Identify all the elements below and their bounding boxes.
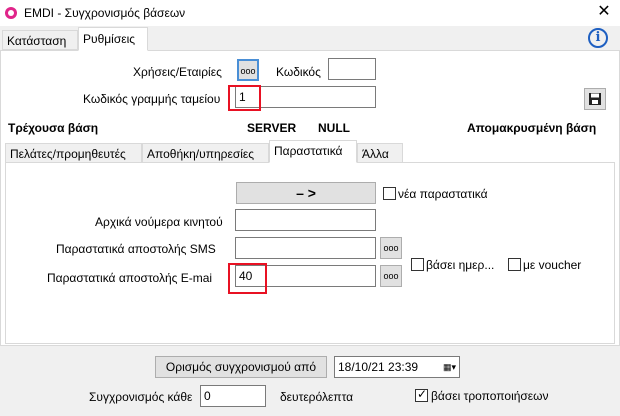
code-label: Κωδικός bbox=[276, 65, 321, 79]
window-title: EMDI - Συγχρονισμός βάσεων bbox=[24, 6, 186, 20]
based-on-changes-label: βάσει τροποποιήσεων bbox=[431, 389, 549, 403]
with-voucher-checkbox[interactable] bbox=[508, 258, 521, 271]
null-label: NULL bbox=[318, 121, 350, 135]
save-button[interactable] bbox=[584, 88, 606, 110]
sync-arrow-button[interactable]: – > bbox=[236, 182, 376, 204]
based-on-day-checkbox[interactable] bbox=[411, 258, 424, 271]
initial-mobile-numbers-input[interactable] bbox=[235, 209, 376, 231]
server-label: SERVER bbox=[247, 121, 297, 135]
email-documents-browse-button[interactable]: ooo bbox=[380, 265, 402, 287]
sync-datetime-picker[interactable]: 18/10/21 23:39 ▦▾ bbox=[334, 356, 460, 378]
highlight-register-code bbox=[228, 85, 261, 111]
code-input[interactable] bbox=[328, 58, 376, 80]
sync-every-label: Συγχρονισμός κάθε bbox=[89, 390, 193, 404]
email-documents-label: Παραστατικά αποστολής E-mai bbox=[47, 271, 213, 285]
based-on-day-label: βάσει ημερ... bbox=[426, 258, 495, 272]
tab-customers-suppliers[interactable]: Πελάτες/προμηθευτές bbox=[5, 143, 142, 163]
tab-other[interactable]: Άλλα bbox=[357, 143, 403, 163]
based-on-changes-checkbox[interactable] bbox=[415, 387, 428, 402]
close-button[interactable]: ✕ bbox=[594, 2, 614, 22]
years-companies-browse-button[interactable]: ooo bbox=[237, 59, 259, 81]
sms-documents-browse-button[interactable]: ooo bbox=[380, 237, 402, 259]
current-db-label: Τρέχουσα βάση bbox=[8, 121, 99, 135]
tab-warehouse-services[interactable]: Αποθήκη/υπηρεσίες bbox=[142, 143, 269, 163]
new-documents-checkbox[interactable] bbox=[383, 187, 396, 200]
initial-mobile-numbers-label: Αρχικά νούμερα κινητού bbox=[95, 215, 223, 229]
sync-every-input[interactable]: 0 bbox=[200, 385, 266, 407]
set-sync-from-button[interactable]: Ορισμός συγχρονισμού από bbox=[155, 356, 327, 378]
remote-db-label: Απομακρυσμένη βάση bbox=[467, 121, 597, 135]
new-documents-label: νέα παραστατικά bbox=[398, 187, 488, 201]
tab-status[interactable]: Κατάσταση bbox=[2, 30, 78, 50]
highlight-email-documents bbox=[228, 263, 267, 294]
years-companies-label: Χρήσεις/Εταιρίες bbox=[133, 65, 222, 79]
save-icon bbox=[589, 93, 601, 105]
calendar-dropdown-icon[interactable]: ▦▾ bbox=[443, 357, 456, 377]
tab-documents[interactable]: Παραστατικά bbox=[269, 140, 357, 163]
sms-documents-input[interactable] bbox=[235, 237, 376, 259]
app-icon bbox=[5, 7, 17, 19]
info-icon[interactable]: i bbox=[588, 28, 608, 48]
with-voucher-label: με voucher bbox=[523, 258, 582, 272]
seconds-label: δευτερόλεπτα bbox=[280, 390, 354, 404]
register-code-label: Κωδικός γραμμής ταμείου bbox=[83, 92, 221, 106]
sync-datetime-value: 18/10/21 23:39 bbox=[338, 360, 419, 374]
tab-settings[interactable]: Ρυθμίσεις bbox=[78, 27, 148, 51]
sms-documents-label: Παραστατικά αποστολής SMS bbox=[56, 242, 216, 256]
